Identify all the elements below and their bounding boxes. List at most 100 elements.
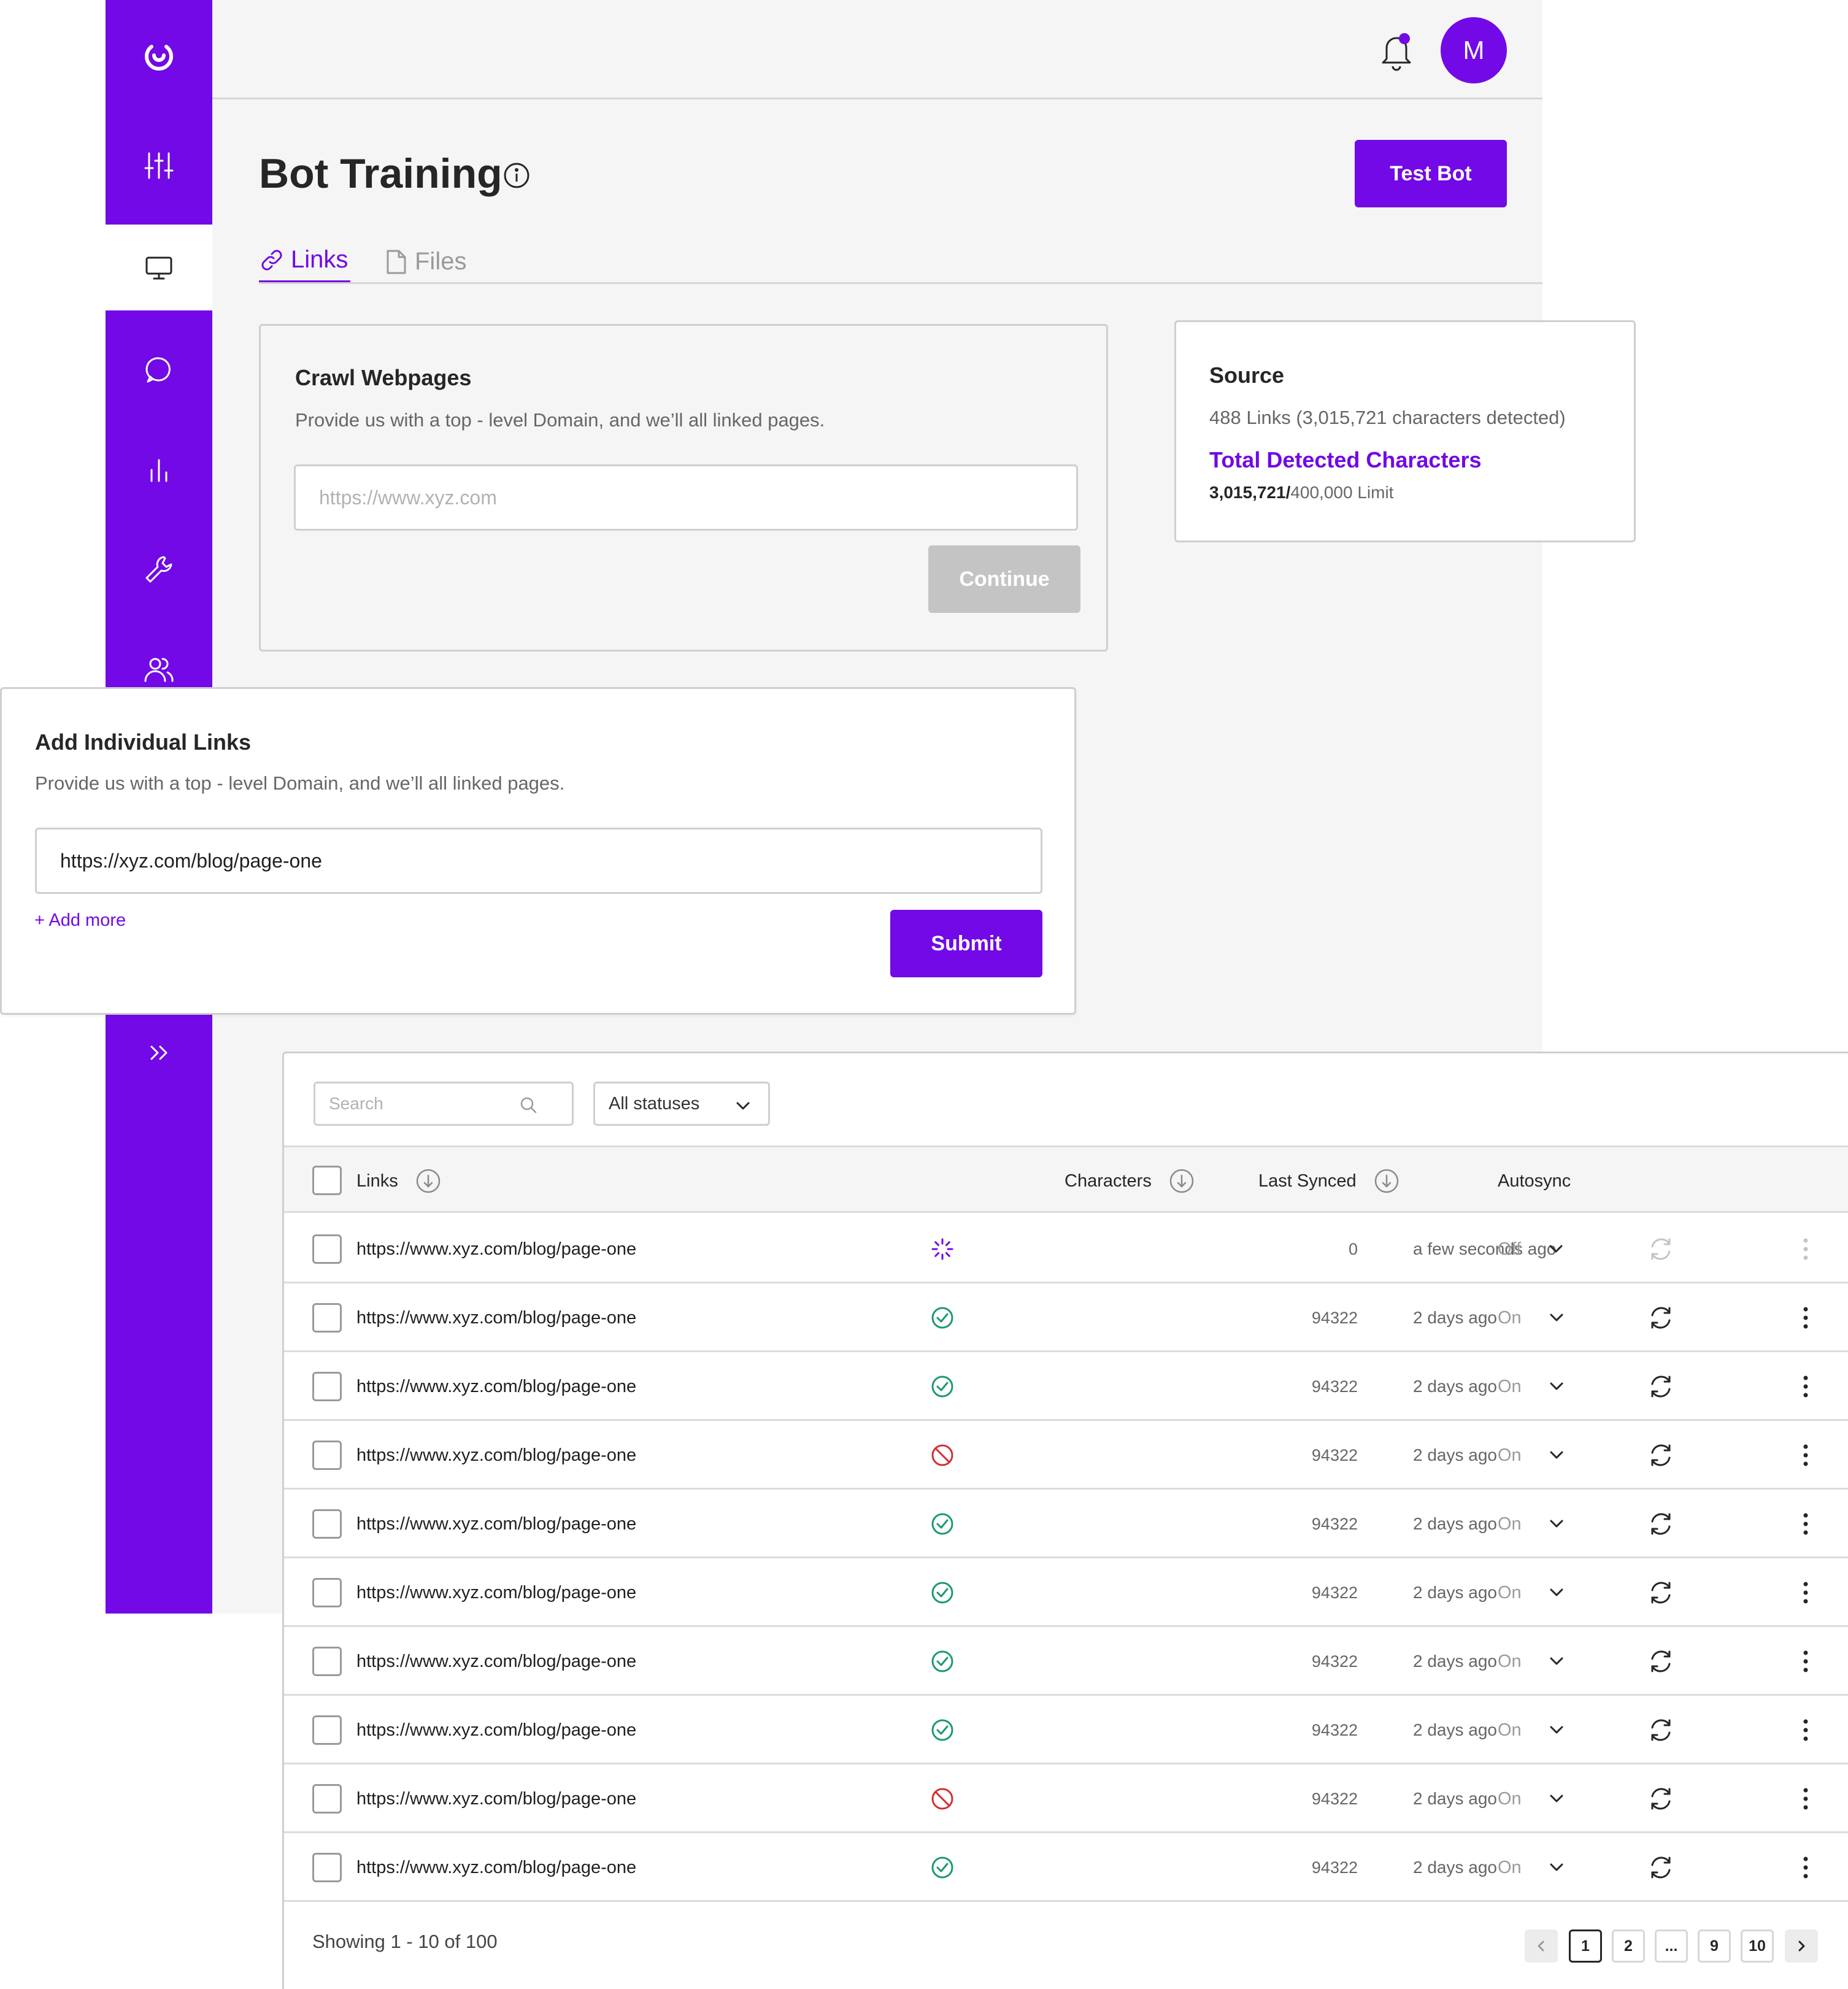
test-bot-button[interactable]: Test Bot [1355, 140, 1507, 207]
row-checkbox[interactable] [312, 1647, 342, 1676]
sidebar-expand[interactable] [106, 1010, 212, 1096]
row-checkbox[interactable] [312, 1303, 342, 1333]
row-link[interactable]: https://www.xyz.com/blog/page-one [356, 1421, 636, 1490]
sidebar-item-chat[interactable] [106, 326, 212, 412]
sync-icon [1651, 1650, 1671, 1672]
submit-button[interactable]: Submit [890, 910, 1042, 977]
row-more-button[interactable] [1800, 1215, 1812, 1283]
row-autosync-value: Off [1498, 1239, 1522, 1259]
row-more-button[interactable] [1800, 1627, 1812, 1696]
row-link[interactable]: https://www.xyz.com/blog/page-one [356, 1215, 636, 1283]
row-sync-button[interactable] [1647, 1283, 1674, 1352]
row-autosync-select[interactable]: On [1498, 1833, 1566, 1902]
sidebar-item-analytics[interactable] [106, 427, 212, 513]
more-vertical-icon [1803, 1307, 1808, 1329]
row-more-button[interactable] [1800, 1696, 1812, 1764]
row-checkbox[interactable] [312, 1372, 342, 1401]
search-input[interactable]: Search [314, 1082, 574, 1126]
row-checkbox[interactable] [312, 1441, 342, 1470]
sidebar-item-bot-training[interactable] [106, 225, 212, 310]
row-more-button[interactable] [1800, 1283, 1812, 1352]
tab-links-label: Links [291, 246, 348, 273]
row-autosync-select[interactable]: On [1498, 1352, 1566, 1421]
row-link[interactable]: https://www.xyz.com/blog/page-one [356, 1833, 636, 1902]
row-link[interactable]: https://www.xyz.com/blog/page-one [356, 1352, 636, 1421]
info-icon[interactable] [502, 161, 531, 190]
row-sync-button[interactable] [1647, 1490, 1674, 1558]
row-autosync-value: On [1498, 1376, 1522, 1396]
row-link[interactable]: https://www.xyz.com/blog/page-one [356, 1627, 636, 1696]
row-status [927, 1833, 958, 1902]
row-autosync-select[interactable]: On [1498, 1696, 1566, 1764]
total-detected-characters-link[interactable]: Total Detected Characters [1209, 447, 1481, 473]
row-autosync-select[interactable]: On [1498, 1558, 1566, 1627]
crawl-title: Crawl Webpages [295, 365, 472, 390]
continue-button[interactable]: Continue [928, 545, 1080, 613]
row-last-synced: 2 days ago [1413, 1583, 1497, 1602]
row-link[interactable]: https://www.xyz.com/blog/page-one [356, 1558, 636, 1627]
row-checkbox[interactable] [312, 1234, 342, 1264]
chevron-down-icon [1550, 1451, 1563, 1459]
row-autosync-select[interactable]: On [1498, 1283, 1566, 1352]
pagination-prev-button[interactable] [1525, 1929, 1558, 1963]
row-sync-button[interactable] [1647, 1696, 1674, 1764]
row-checkbox[interactable] [312, 1853, 342, 1882]
pagination-page-button[interactable]: 1 [1569, 1929, 1602, 1963]
row-sync-button[interactable] [1647, 1833, 1674, 1902]
sidebar-logo[interactable] [106, 13, 212, 99]
row-status [927, 1764, 958, 1833]
row-more-button[interactable] [1800, 1490, 1812, 1558]
row-checkbox[interactable] [312, 1578, 342, 1607]
avatar[interactable]: M [1441, 17, 1507, 83]
row-link[interactable]: https://www.xyz.com/blog/page-one [356, 1283, 636, 1352]
row-autosync-select[interactable]: On [1498, 1490, 1566, 1558]
row-autosync-select[interactable]: On [1498, 1627, 1566, 1696]
column-links[interactable]: Links [356, 1147, 441, 1215]
sidebar-item-controls[interactable] [106, 123, 212, 209]
column-characters[interactable]: Characters [1065, 1147, 1195, 1215]
row-link[interactable]: https://www.xyz.com/blog/page-one [356, 1764, 636, 1833]
row-sync-button[interactable] [1647, 1558, 1674, 1627]
more-vertical-icon [1803, 1582, 1808, 1604]
row-link[interactable]: https://www.xyz.com/blog/page-one [356, 1490, 636, 1558]
chevron-down-icon [1550, 1795, 1563, 1802]
top-header [212, 0, 1542, 99]
row-more-button[interactable] [1800, 1352, 1812, 1421]
select-all-checkbox[interactable] [312, 1166, 342, 1195]
pagination-page-button[interactable]: 2 [1612, 1929, 1645, 1963]
pagination-next-button[interactable] [1785, 1929, 1818, 1963]
row-sync-button[interactable] [1647, 1764, 1674, 1833]
pagination-page-button[interactable]: 9 [1698, 1929, 1731, 1963]
individual-description: Provide us with a top - level Domain, an… [35, 772, 565, 794]
link-input[interactable] [35, 828, 1042, 894]
row-checkbox[interactable] [312, 1715, 342, 1745]
domain-input[interactable] [294, 464, 1078, 531]
row-more-button[interactable] [1800, 1764, 1812, 1833]
table-row: https://www.xyz.com/blog/page-one 94322 2 … [284, 1490, 1848, 1558]
chat-icon [145, 357, 171, 383]
row-more-button[interactable] [1800, 1558, 1812, 1627]
status-filter-select[interactable]: All statuses [593, 1082, 770, 1126]
row-autosync-select[interactable]: On [1498, 1421, 1566, 1490]
more-vertical-icon [1803, 1788, 1808, 1810]
row-link[interactable]: https://www.xyz.com/blog/page-one [356, 1696, 636, 1764]
row-more-button[interactable] [1800, 1421, 1812, 1490]
row-autosync-select[interactable]: On [1498, 1764, 1566, 1833]
column-last-synced[interactable]: Last Synced [1258, 1147, 1399, 1215]
sync-icon [1651, 1788, 1671, 1810]
pagination-page-button[interactable]: 10 [1741, 1929, 1774, 1963]
tab-links[interactable]: Links [259, 239, 351, 283]
row-sync-button[interactable] [1647, 1215, 1674, 1283]
row-checkbox[interactable] [312, 1784, 342, 1814]
row-sync-button[interactable] [1647, 1352, 1674, 1421]
row-more-button[interactable] [1800, 1833, 1812, 1902]
sidebar-item-tools[interactable] [106, 526, 212, 612]
row-sync-button[interactable] [1647, 1421, 1674, 1490]
add-more-link[interactable]: + Add more [34, 910, 126, 931]
row-checkbox[interactable] [312, 1509, 342, 1539]
tab-files[interactable]: Files [383, 239, 466, 283]
pagination-page-button[interactable]: ... [1655, 1929, 1688, 1963]
row-sync-button[interactable] [1647, 1627, 1674, 1696]
row-autosync-select[interactable]: Off [1498, 1215, 1565, 1283]
check-circle-icon [931, 1582, 953, 1604]
